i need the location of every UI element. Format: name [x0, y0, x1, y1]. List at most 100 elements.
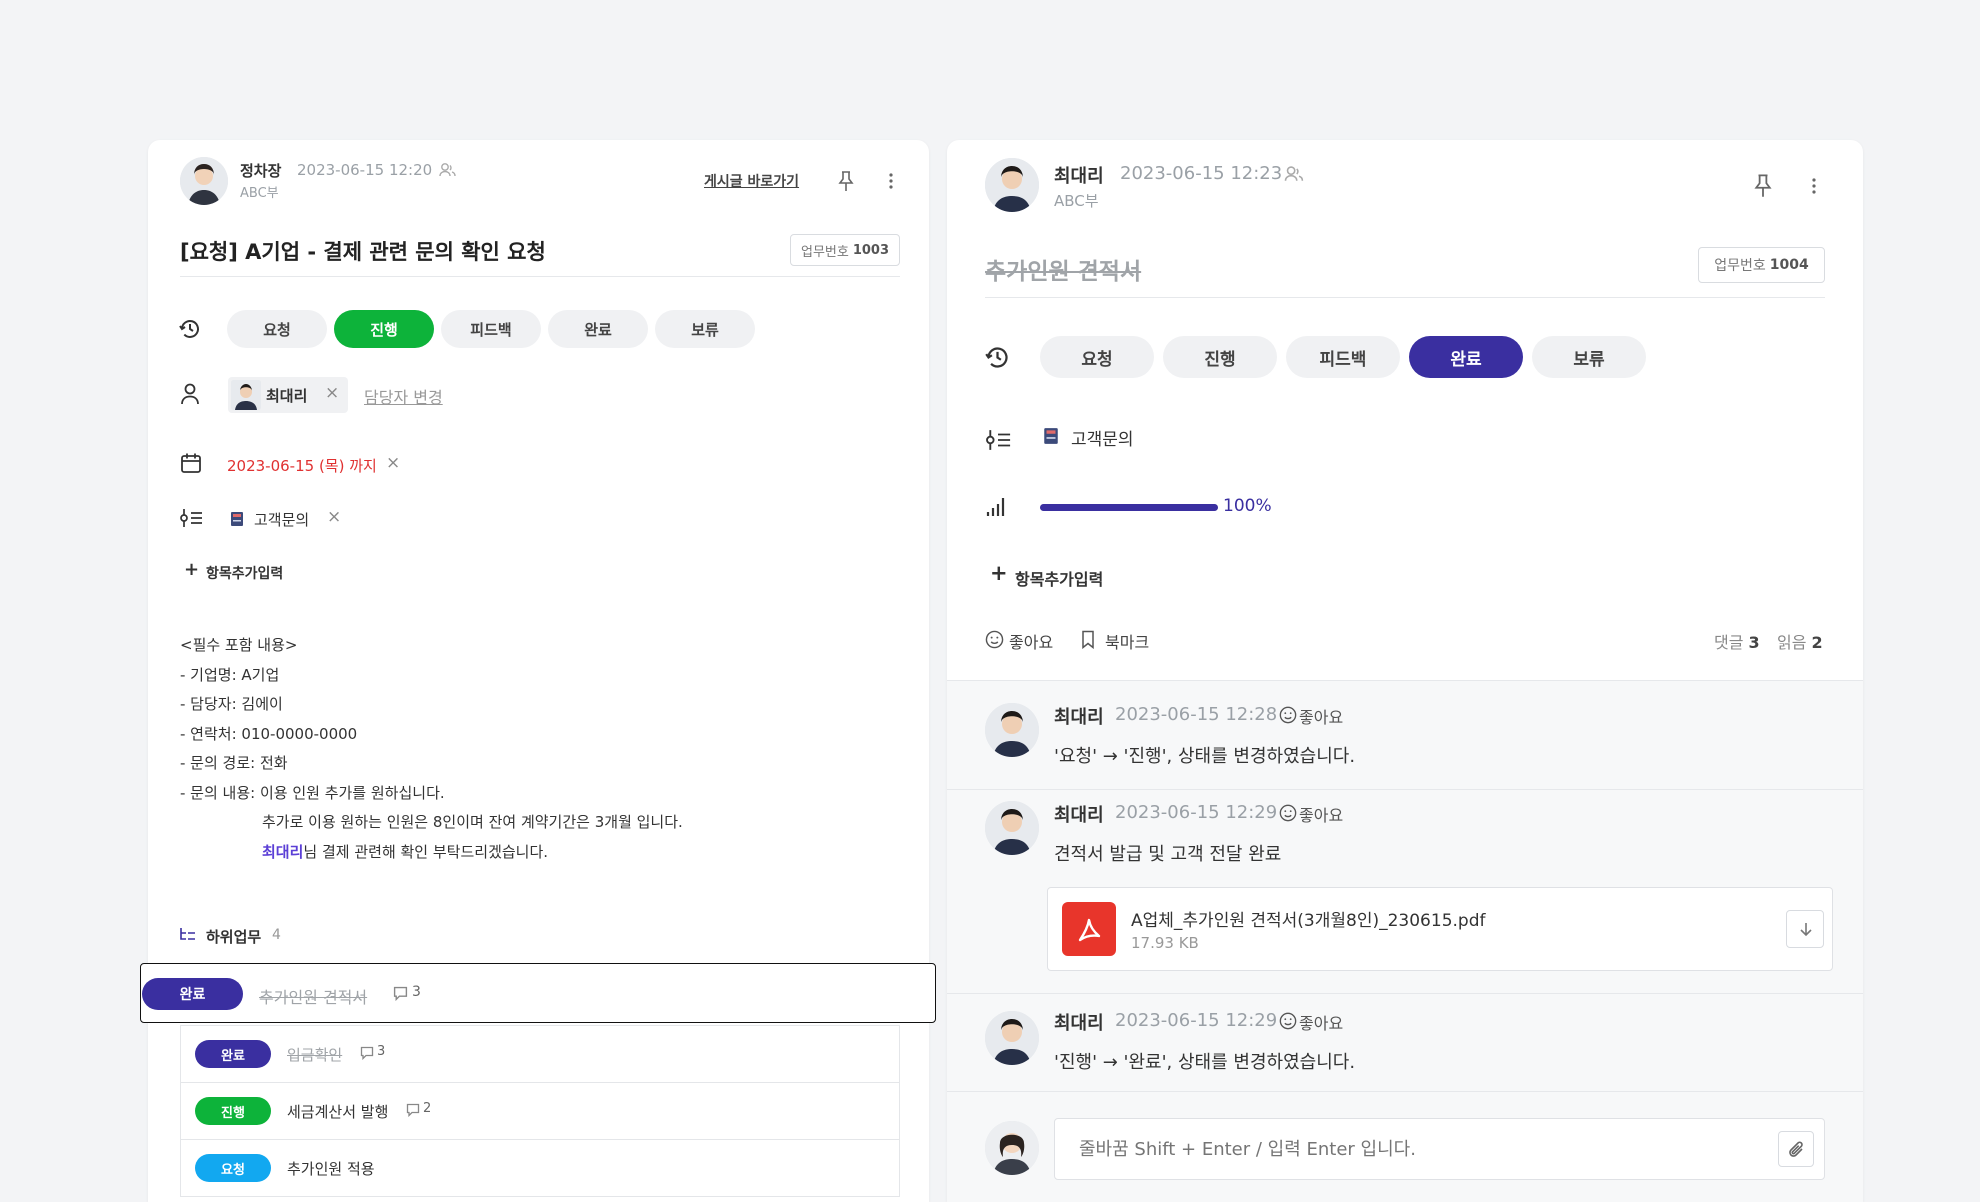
author-dept: ABC부	[1054, 192, 1099, 210]
add-item-plus-icon[interactable]: +	[184, 559, 199, 580]
comment-text: '진행' → '완료', 상태를 변경하였습니다.	[1054, 1052, 1356, 1073]
add-item-button[interactable]: 항목추가입력	[1015, 566, 1103, 590]
category-filter-icon	[179, 508, 203, 528]
like-button[interactable]: 좋아요	[1009, 629, 1053, 653]
subtask-row[interactable]: 요청 추가인원 적용	[180, 1139, 900, 1197]
subtask-title[interactable]: 입금확인	[287, 1044, 342, 1065]
subtask-comment-count: 3	[412, 984, 421, 1000]
status-feedback-button[interactable]: 피드백	[441, 310, 541, 348]
remove-category-button[interactable]: ×	[327, 507, 341, 527]
smile-icon[interactable]	[1279, 804, 1297, 822]
commenter-name: 최대리	[1054, 707, 1104, 728]
more-menu-icon[interactable]	[888, 172, 894, 190]
subtask-comment-count: 2	[423, 1101, 432, 1116]
status-progress-button[interactable]: 진행	[1163, 336, 1277, 378]
attachment-name[interactable]: A업체_추가인원 견적서(3개월8인)_230615.pdf	[1131, 906, 1485, 931]
title-divider	[985, 297, 1825, 298]
paperclip-icon	[1788, 1140, 1806, 1160]
subtask-title[interactable]: 추가인원 견적서	[259, 984, 367, 1008]
subtasks-count: 4	[272, 927, 281, 943]
progress-track[interactable]	[1040, 504, 1218, 511]
status-done-button[interactable]: 완료	[548, 310, 648, 348]
smile-icon[interactable]	[1279, 706, 1297, 724]
viewers-icon[interactable]	[1284, 165, 1305, 183]
comment-date: 2023-06-15 12:29	[1115, 802, 1278, 823]
pin-icon[interactable]	[1754, 173, 1772, 198]
commenter-name: 최대리	[1054, 805, 1104, 826]
commenter-avatar	[985, 703, 1039, 757]
task-detail-card-right: 최대리 2023-06-15 12:23 ABC부 추가인원 견적서 업무번호 1…	[947, 140, 1863, 1202]
subtask-comment-count: 3	[377, 1044, 386, 1059]
progress-fill	[1040, 504, 1218, 511]
smile-icon[interactable]	[985, 630, 1004, 649]
subtask-tree-icon	[179, 927, 197, 943]
status-hold-button[interactable]: 보류	[1532, 336, 1646, 378]
author-name: 최대리	[1054, 166, 1104, 187]
subtask-row-selected[interactable]: 완료 추가인원 견적서 3	[140, 963, 936, 1023]
smile-icon[interactable]	[1279, 1012, 1297, 1030]
comment-icon	[406, 1103, 420, 1117]
status-progress-button[interactable]: 진행	[334, 310, 434, 348]
comments-count: 댓글 3	[1714, 633, 1760, 652]
viewers-icon[interactable]	[439, 162, 457, 178]
comment-divider	[947, 1091, 1863, 1092]
status-hold-button[interactable]: 보류	[655, 310, 755, 348]
status-request-button[interactable]: 요청	[1040, 336, 1154, 378]
post-date: 2023-06-15 12:23	[1120, 163, 1283, 184]
comment-divider	[947, 993, 1863, 994]
change-assignee-link[interactable]: 담당자 변경	[364, 384, 443, 408]
comment-input-box[interactable]	[1054, 1118, 1825, 1180]
due-date[interactable]: 2023-06-15 (목) 까지	[227, 455, 377, 476]
attach-file-button[interactable]	[1778, 1131, 1814, 1167]
comment-date: 2023-06-15 12:28	[1115, 704, 1278, 725]
progress-bars-icon	[986, 496, 1008, 518]
subtask-row[interactable]: 진행 세금계산서 발행 2	[180, 1082, 900, 1140]
body-line: - 문의 경로: 전화	[180, 754, 288, 772]
add-item-button[interactable]: 항목추가입력	[206, 563, 283, 583]
attachment-card[interactable]: A업체_추가인원 견적서(3개월8인)_230615.pdf 17.93 KB	[1047, 887, 1833, 971]
comment-icon	[393, 986, 408, 1001]
body-line: - 연락처: 010-0000-0000	[180, 725, 358, 743]
remove-due-button[interactable]: ×	[386, 453, 400, 473]
goto-post-link[interactable]: 게시글 바로가기	[704, 171, 799, 191]
author-avatar	[180, 157, 228, 205]
more-menu-icon[interactable]	[1811, 176, 1817, 196]
bookmark-button[interactable]: 북마크	[1105, 629, 1149, 653]
category-book-icon	[1042, 427, 1060, 445]
subtask-row[interactable]: 완료 입금확인 3	[180, 1025, 900, 1083]
category-book-icon	[229, 511, 245, 527]
remove-assignee-button[interactable]: ×	[325, 383, 339, 403]
add-item-plus-icon[interactable]: +	[990, 561, 1008, 585]
category-filter-icon	[984, 429, 1012, 451]
comment-text: '요청' → '진행', 상태를 변경하였습니다.	[1054, 746, 1356, 767]
assignee-name: 최대리	[266, 387, 308, 405]
commenter-avatar	[985, 801, 1039, 855]
status-request-button[interactable]: 요청	[227, 310, 327, 348]
reads-count: 읽음 2	[1777, 633, 1823, 652]
comment-like-button[interactable]: 좋아요	[1299, 1010, 1343, 1034]
calendar-icon	[180, 452, 202, 474]
comment-like-button[interactable]: 좋아요	[1299, 704, 1343, 728]
download-button[interactable]	[1786, 910, 1824, 948]
pin-icon[interactable]	[838, 170, 854, 192]
assignee-avatar	[231, 380, 261, 410]
comment-divider	[947, 789, 1863, 790]
subtask-status-tag: 완료	[142, 978, 243, 1010]
mention-link[interactable]: 최대리	[262, 843, 303, 861]
comment-icon	[360, 1046, 374, 1060]
status-history-icon	[178, 317, 202, 341]
status-feedback-button[interactable]: 피드백	[1286, 336, 1400, 378]
subtask-title[interactable]: 세금계산서 발행	[287, 1101, 388, 1122]
author-avatar	[985, 158, 1039, 212]
comment-list: 최대리 2023-06-15 12:28 좋아요 '요청' → '진행', 상태…	[947, 680, 1863, 1202]
subtask-title[interactable]: 추가인원 적용	[287, 1158, 375, 1179]
attachment-size: 17.93 KB	[1131, 934, 1199, 952]
person-icon	[180, 383, 200, 405]
comment-like-button[interactable]: 좋아요	[1299, 802, 1343, 826]
comment-input[interactable]	[1079, 1133, 1759, 1165]
status-done-button[interactable]: 완료	[1409, 336, 1523, 378]
task-detail-card-left: 정차장 2023-06-15 12:20 ABC부 게시글 바로가기 [요청] …	[148, 140, 929, 1202]
bookmark-icon[interactable]	[1081, 630, 1095, 649]
task-number-badge: 업무번호 1003	[790, 234, 900, 266]
body-line: 최대리님 결제 관련해 확인 부탁드리겠습니다.	[262, 843, 549, 861]
